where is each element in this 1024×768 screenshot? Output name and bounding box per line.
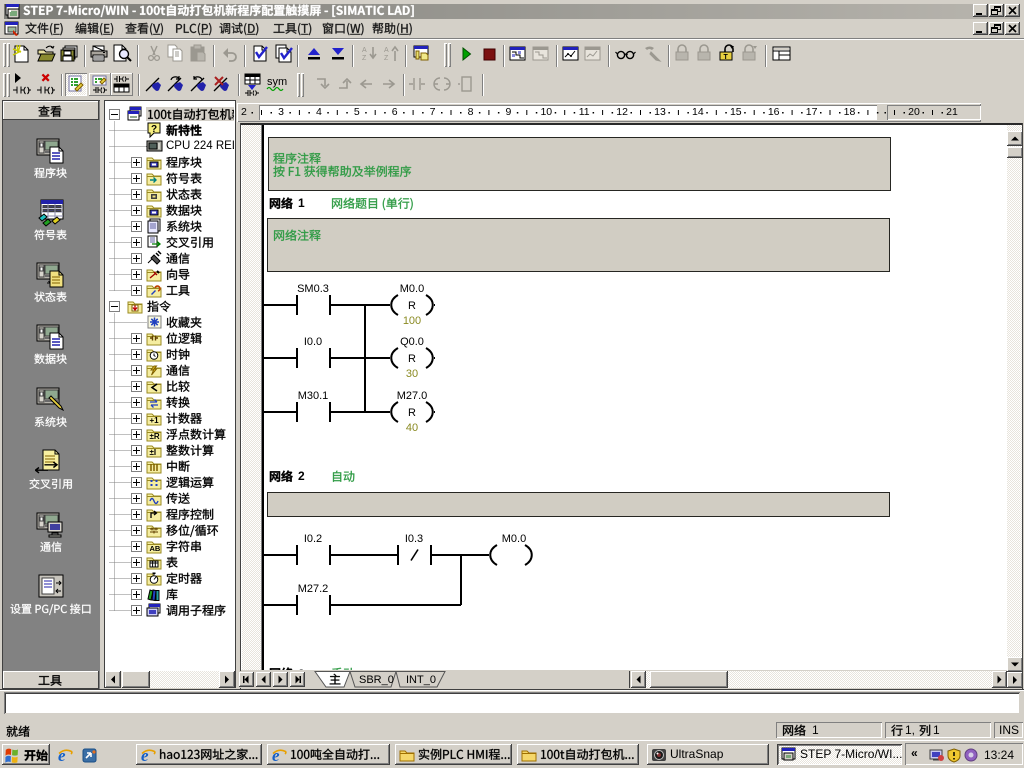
- svg-text:e: e: [272, 747, 280, 763]
- svg-text:R: R: [408, 353, 416, 365]
- svg-text:I0.3: I0.3: [405, 533, 423, 545]
- svg-text:SM0.3: SM0.3: [297, 283, 329, 295]
- svg-text:M27.0: M27.0: [397, 390, 428, 402]
- svg-text:40: 40: [406, 422, 418, 434]
- svg-text:M0.0: M0.0: [502, 533, 526, 545]
- svg-text:I0.2: I0.2: [304, 533, 322, 545]
- svg-text:R: R: [408, 300, 416, 312]
- svg-text:e: e: [141, 747, 149, 763]
- svg-text:30: 30: [406, 368, 418, 380]
- svg-text:e: e: [58, 747, 66, 763]
- svg-text:Q0.0: Q0.0: [400, 336, 424, 348]
- svg-text:I0.0: I0.0: [304, 336, 322, 348]
- svg-text:R: R: [408, 407, 416, 419]
- svg-text:M27.2: M27.2: [298, 583, 329, 595]
- svg-text:M30.1: M30.1: [298, 390, 329, 402]
- svg-text:M0.0: M0.0: [400, 283, 424, 295]
- svg-text:100: 100: [403, 315, 421, 327]
